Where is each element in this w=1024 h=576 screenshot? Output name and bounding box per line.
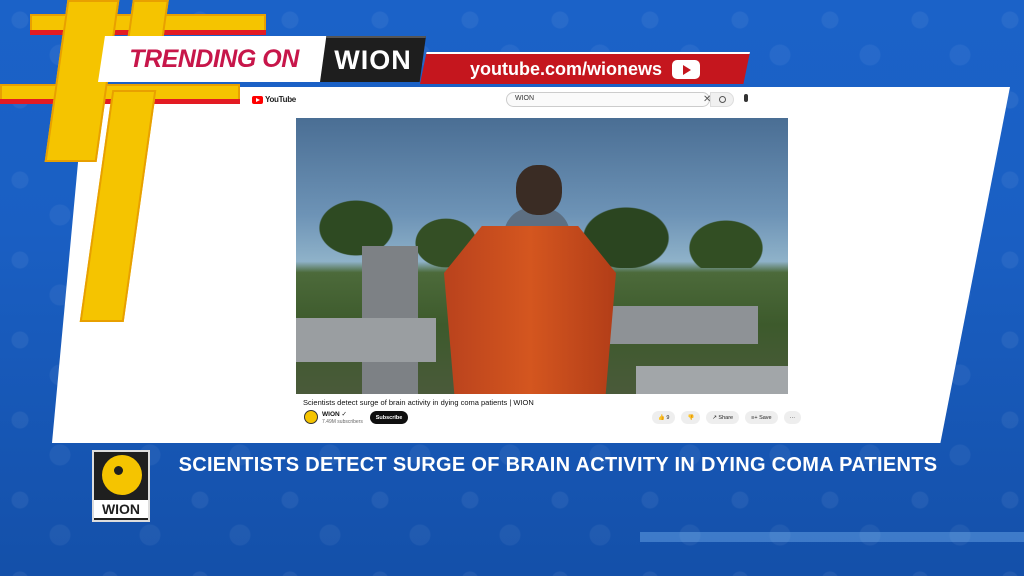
youtube-header: YouTube WION ✕ — [252, 92, 752, 108]
video-grave-slab — [296, 318, 436, 362]
save-button[interactable]: ≡+ Save — [745, 411, 778, 424]
wion-logo-icon — [102, 455, 142, 495]
subscribe-button[interactable]: Subscribe — [370, 411, 408, 424]
like-button[interactable]: 👍 9 — [652, 411, 676, 424]
news-headline: SCIENTISTS DETECT SURGE OF BRAIN ACTIVIT… — [178, 454, 938, 476]
wion-badge: WION — [320, 36, 426, 82]
youtube-search-input[interactable]: WION ✕ — [506, 92, 711, 107]
search-icon[interactable] — [710, 92, 734, 107]
video-title: Scientists detect surge of brain activit… — [303, 398, 534, 407]
video-grave-slab-right — [608, 306, 758, 344]
video-grave-slab-front — [636, 366, 788, 394]
trending-badge: TRENDING ON — [98, 36, 330, 82]
microphone-icon[interactable] — [744, 94, 748, 102]
trending-label: TRENDING ON — [129, 44, 299, 73]
youtube-url-banner: youtube.com/wionews — [420, 52, 750, 84]
channel-avatar[interactable] — [304, 410, 318, 424]
channel-name[interactable]: WION ✓ — [322, 410, 347, 418]
youtube-logo[interactable]: YouTube — [252, 95, 296, 104]
dislike-button[interactable]: 👎 — [681, 411, 701, 424]
video-actions: 👍 9 👎 ↗ Share ≡+ Save ··· — [652, 411, 802, 424]
wion-brand-text: WION — [334, 44, 412, 75]
youtube-play-icon — [672, 59, 701, 79]
youtube-logo-icon — [252, 95, 263, 104]
more-options-button[interactable]: ··· — [783, 411, 802, 424]
video-person-jacket — [444, 226, 616, 394]
wion-logo-text: WION — [94, 500, 148, 518]
hashtag-bar-right-top — [127, 0, 169, 40]
ticker-accent-line — [640, 532, 1024, 542]
video-player[interactable] — [296, 118, 788, 394]
youtube-logo-text: YouTube — [265, 95, 296, 104]
video-person-head — [516, 165, 562, 215]
search-value: WION — [515, 95, 535, 102]
channel-subscribers: 7.49M subscribers — [322, 419, 363, 425]
wion-channel-logo: WION — [92, 450, 150, 522]
share-button[interactable]: ↗ Share — [706, 411, 740, 424]
youtube-url-text: youtube.com/wionews — [469, 58, 663, 79]
